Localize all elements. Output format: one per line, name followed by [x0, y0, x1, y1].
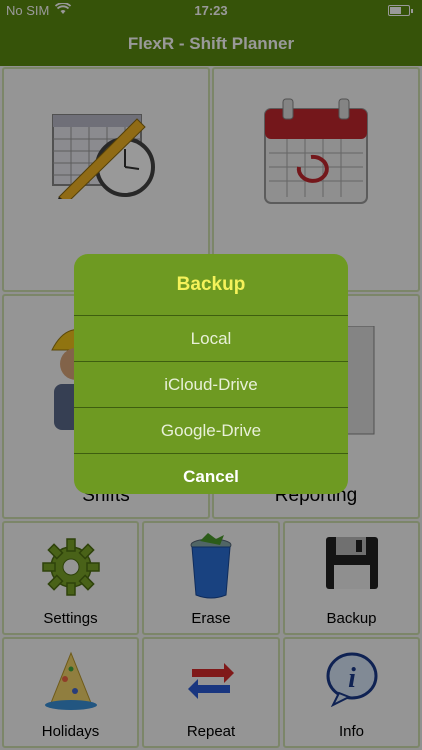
local-button[interactable]: Local	[74, 315, 348, 361]
backup-dialog: Backup Local iCloud-Drive Google-Drive C…	[74, 254, 348, 494]
dialog-title: Backup	[176, 274, 246, 295]
cancel-button[interactable]: Cancel	[74, 453, 348, 494]
icloud-drive-button[interactable]: iCloud-Drive	[74, 361, 348, 407]
google-drive-button[interactable]: Google-Drive	[74, 407, 348, 453]
